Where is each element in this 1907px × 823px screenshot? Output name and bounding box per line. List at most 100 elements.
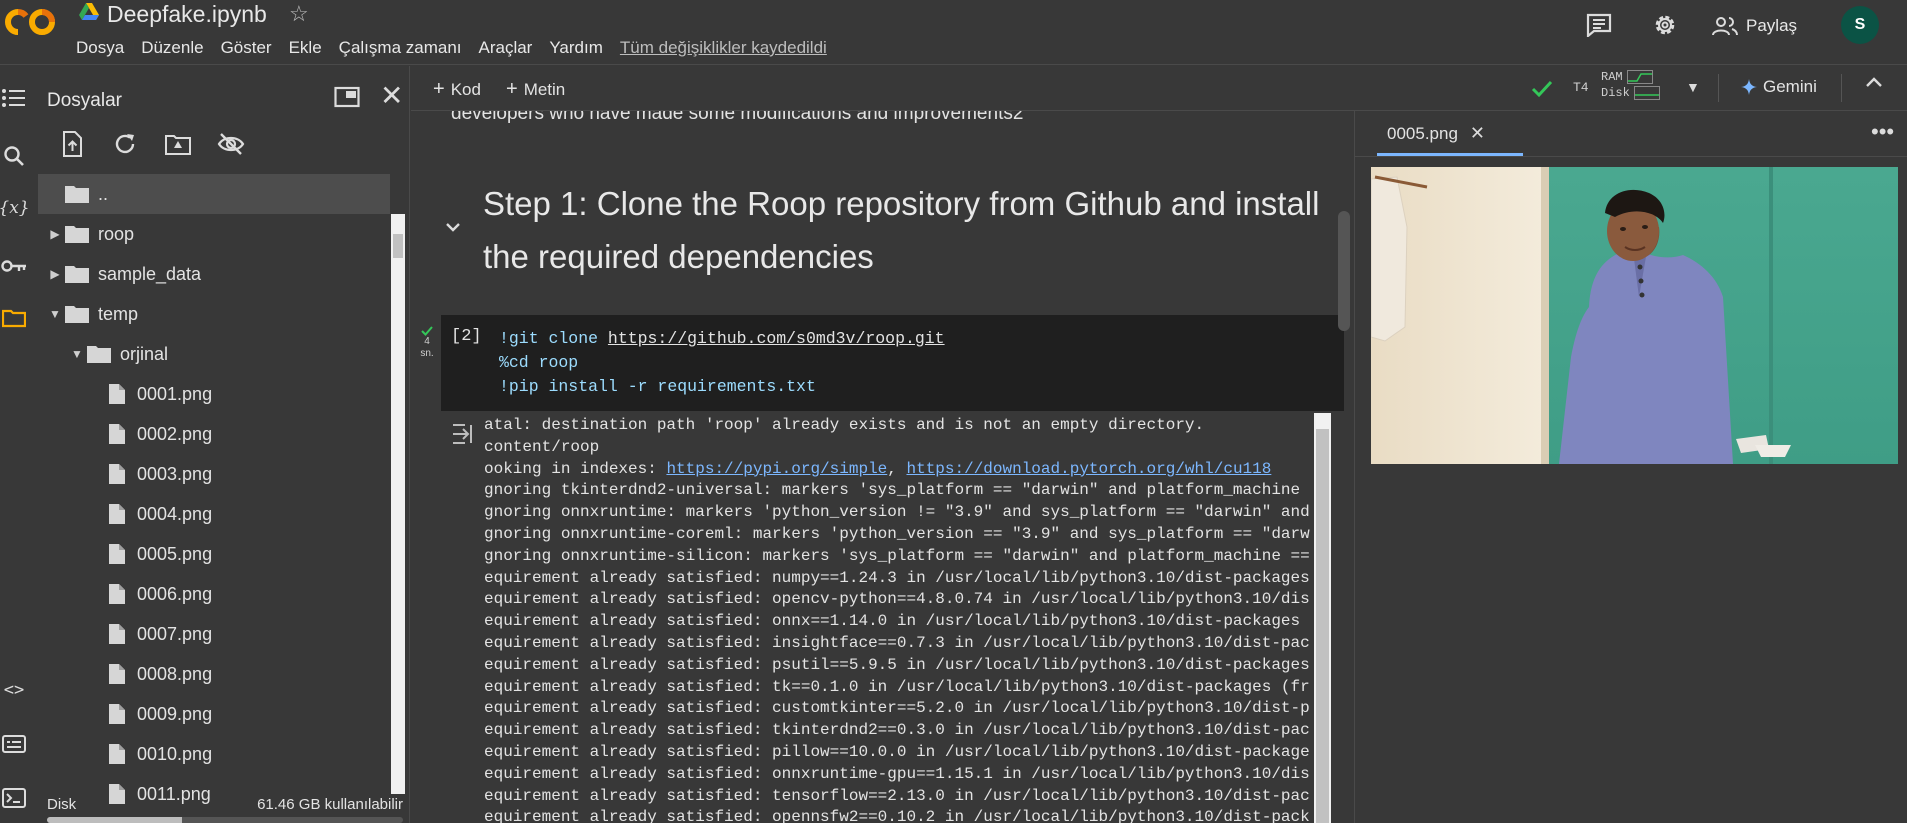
disk-label: Disk [47,796,77,813]
menu-help[interactable]: Yardım [549,36,603,60]
notebook-title[interactable]: Deepfake.ipynb [107,0,267,28]
tree-folder-row[interactable]: ▶ roop [38,214,390,254]
tree-folder-row[interactable]: .. [38,174,390,214]
terminal-icon[interactable] [0,784,28,812]
notebook-scrollbar-thumb[interactable] [1338,211,1350,331]
code-editor[interactable]: !git clone https://github.com/s0md3v/roo… [499,327,945,399]
tree-folder-row[interactable]: ▼ orjinal [38,334,390,374]
saved-status-link[interactable]: Tüm değişiklikler kaydedildi [620,36,827,60]
tree-item-label: .. [98,183,109,204]
tree-file-row[interactable]: 0005.png [38,534,390,574]
gemini-sparkle-icon [1741,79,1757,95]
output-line: equirement already satisfied: tk==0.1.0 … [484,677,1314,699]
gear-icon[interactable] [1651,11,1679,39]
close-icon[interactable]: ✕ [380,82,403,110]
plus-icon: + [506,78,518,100]
connected-check-icon[interactable] [1530,77,1554,101]
comment-icon[interactable] [1586,13,1612,37]
tree-item-label: 0008.png [137,663,213,684]
disk-res-label: Disk [1601,86,1630,100]
colab-logo[interactable] [4,6,60,38]
code-snippets-icon[interactable]: <> [0,676,28,704]
output-line: gnoring onnxruntime-silicon: markers 'sy… [484,546,1314,568]
menu-tools[interactable]: Araçlar [479,36,533,60]
toolbar-divider [1841,74,1842,102]
output-text: content/roop [484,437,600,456]
mount-drive-icon[interactable] [164,130,192,158]
chevron-up-icon[interactable] [1865,76,1883,88]
add-text-button[interactable]: + Metin [506,78,565,101]
gemini-button[interactable]: Gemini [1741,77,1817,97]
notebook-content: developers who have made some modificati… [411,111,1353,823]
output-actions-icon[interactable] [451,423,477,445]
tree-folder-row[interactable]: ▼ temp [38,294,390,334]
tree-file-row[interactable]: 0010.png [38,734,390,774]
menu-file[interactable]: Dosya [76,36,124,60]
menu-insert[interactable]: Ekle [289,36,322,60]
output-text: gnoring onnxruntime-silicon: markers 'sy… [484,546,1310,565]
code-url-link[interactable]: https://github.com/s0md3v/roop.git [608,329,945,348]
tree-folder-row[interactable]: ▶ sample_data [38,254,390,294]
share-button[interactable]: Paylaş [1712,10,1797,42]
star-icon[interactable]: ☆ [289,3,309,25]
output-scrollbar-thumb[interactable] [1316,429,1329,823]
tree-item-label: 0006.png [137,583,213,604]
open-in-tab-icon[interactable] [334,86,360,108]
output-text: equirement already satisfied: customtkin… [484,699,1310,718]
command-palette-icon[interactable] [0,730,28,758]
disk-available: 61.46 GB kullanılabilir [257,796,403,813]
tree-file-row[interactable]: 0007.png [38,614,390,654]
add-code-button[interactable]: + Kod [433,78,481,101]
chevron-down-icon[interactable]: ▼ [1686,79,1700,95]
output-text: equirement already satisfied: opennsfw2=… [484,808,1310,823]
viewer-tab[interactable]: 0005.png ✕ [1387,123,1485,144]
folder-icon [65,306,89,323]
caret-right-icon[interactable]: ▶ [46,267,64,281]
hidden-files-icon[interactable] [217,130,245,158]
files-scrollbar[interactable] [391,214,405,794]
cell-run-status: 4 sn. [419,326,435,360]
output-line: equirement already satisfied: tkinterdnd… [484,720,1314,742]
code-cell[interactable]: [2] !git clone https://github.com/s0md3v… [441,315,1344,411]
output-text: equirement already satisfied: opencv-pyt… [484,590,1310,609]
output-text: gnoring onnxruntime-coreml: markers 'pyt… [484,524,1310,543]
tree-file-row[interactable]: 0003.png [38,454,390,494]
tree-file-row[interactable]: 0001.png [38,374,390,414]
output-link[interactable]: https://pypi.org/simple [666,460,887,478]
output-link[interactable]: https://download.pytorch.org/whl/cu118 [906,460,1271,478]
avatar[interactable]: S [1841,6,1879,44]
more-options-icon[interactable]: ••• [1871,119,1894,145]
caret-right-icon[interactable]: ▶ [46,227,64,241]
share-label: Paylaş [1746,16,1798,35]
run-duration-unit: sn. [420,348,434,359]
tree-item-label: 0004.png [137,503,213,524]
tree-file-row[interactable]: 0002.png [38,414,390,454]
caret-down-icon[interactable]: ▼ [68,347,86,361]
accelerator-label[interactable]: T4 [1573,80,1589,95]
files-scrollbar-thumb[interactable] [393,234,403,258]
file-icon [109,584,125,604]
section-collapse-chevron-icon[interactable] [443,217,463,237]
tree-file-row[interactable]: 0009.png [38,694,390,734]
toolbar-divider [1718,74,1719,102]
menu-runtime[interactable]: Çalışma zamanı [339,36,462,60]
tree-file-row[interactable]: 0008.png [38,654,390,694]
folder-icon[interactable] [0,304,28,332]
search-icon[interactable] [0,142,28,170]
output-line: atal: destination path 'roop' already ex… [484,415,1314,437]
close-tab-icon[interactable]: ✕ [1470,123,1485,144]
menu-view[interactable]: Göster [221,36,272,60]
caret-down-icon[interactable]: ▼ [46,307,64,321]
code-line: %cd roop [499,351,945,375]
file-icon [109,624,125,644]
variables-icon[interactable]: {x} [0,194,30,222]
table-of-contents-icon[interactable] [0,84,28,112]
resource-monitor[interactable]: RAM Disk [1601,69,1660,101]
output-text: gnoring tkinterdnd2-universal: markers '… [484,481,1301,500]
refresh-icon[interactable] [111,130,139,158]
key-icon[interactable] [0,252,28,280]
tree-file-row[interactable]: 0006.png [38,574,390,614]
menu-edit[interactable]: Düzenle [141,36,203,60]
upload-file-icon[interactable] [58,130,86,158]
tree-file-row[interactable]: 0004.png [38,494,390,534]
